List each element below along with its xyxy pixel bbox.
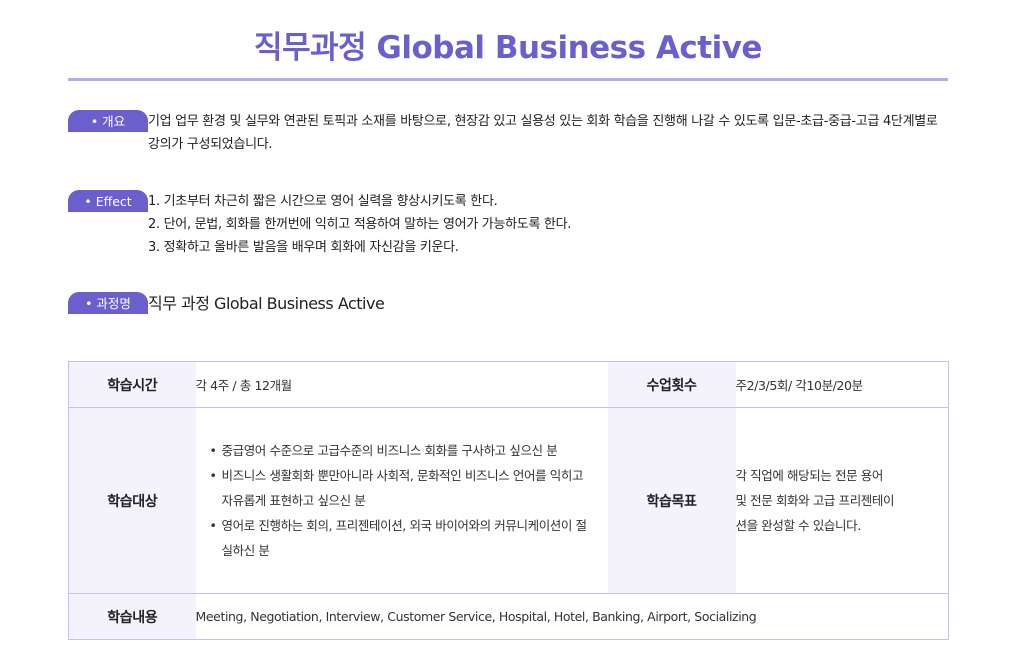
goal-text: 각 직업에 해당되는 전문 용어 및 전문 회화와 고급 프리젠테이션을 완성할…	[735, 468, 895, 533]
goal-label: 학습목표	[607, 407, 736, 594]
list-item: 비즈니스 생활회화 뿐만아니라 사회적, 문화적인 비즈니스 언어를 익히고 자…	[210, 463, 592, 513]
target-value: 중급영어 수준으로 고급수준의 비즈니스 회화를 구사하고 싶으신 분 비즈니스…	[195, 407, 608, 594]
duration-value: 각 4주 / 총 12개월	[195, 361, 608, 408]
course-name-text: 직무 과정 Global Business Active	[148, 294, 385, 313]
overview-badge: 개요	[68, 110, 148, 132]
effect-item: 1. 기초부터 차근히 짧은 시간으로 영어 실력을 향상시키도록 한다.	[148, 194, 498, 209]
course-name-badge: 과정명	[68, 292, 148, 314]
effect-list: 1. 기초부터 차근히 짧은 시간으로 영어 실력을 향상시키도록 한다. 2.…	[148, 190, 938, 259]
goal-value: 각 직업에 해당되는 전문 용어 및 전문 회화와 고급 프리젠테이션을 완성할…	[735, 407, 949, 594]
target-label: 학습대상	[68, 407, 196, 594]
effect-item: 3. 정확하고 올바른 발음을 배우며 회화에 자신감을 키운다.	[148, 240, 459, 255]
content-label: 학습내용	[68, 593, 196, 640]
frequency-label: 수업횟수	[607, 361, 736, 408]
list-item: 중급영어 수준으로 고급수준의 비즈니스 회화를 구사하고 싶으신 분	[210, 438, 592, 463]
effect-item: 2. 단어, 문법, 회화를 한꺼번에 익히고 적용하여 말하는 영어가 가능하…	[148, 217, 572, 232]
effect-badge: Effect	[68, 190, 148, 212]
overview-text: 기업 업무 환경 및 실무와 연관된 토픽과 소재를 바탕으로, 현장감 있고 …	[148, 114, 938, 152]
table-row: 학습내용 Meeting, Negotiation, Interview, Cu…	[68, 593, 949, 640]
frequency-value: 주2/3/5회/ 각10분/20분	[735, 361, 949, 408]
duration-label: 학습시간	[68, 361, 196, 408]
page-title: 직무과정 Global Business Active	[254, 30, 762, 66]
title-divider	[68, 78, 948, 81]
course-info-table: 학습시간 각 4주 / 총 12개월 수업횟수 주2/3/5회/ 각10분/20…	[68, 361, 949, 640]
table-row: 학습대상 중급영어 수준으로 고급수준의 비즈니스 회화를 구사하고 싶으신 분…	[68, 407, 949, 594]
target-list: 중급영어 수준으로 고급수준의 비즈니스 회화를 구사하고 싶으신 분 비즈니스…	[196, 438, 608, 563]
table-row: 학습시간 각 4주 / 총 12개월 수업횟수 주2/3/5회/ 각10분/20…	[68, 361, 949, 408]
list-item: 영어로 진행하는 회의, 프리젠테이션, 외국 바이어와의 커뮤니케이션이 절실…	[210, 513, 592, 563]
content-value: Meeting, Negotiation, Interview, Custome…	[195, 593, 949, 640]
